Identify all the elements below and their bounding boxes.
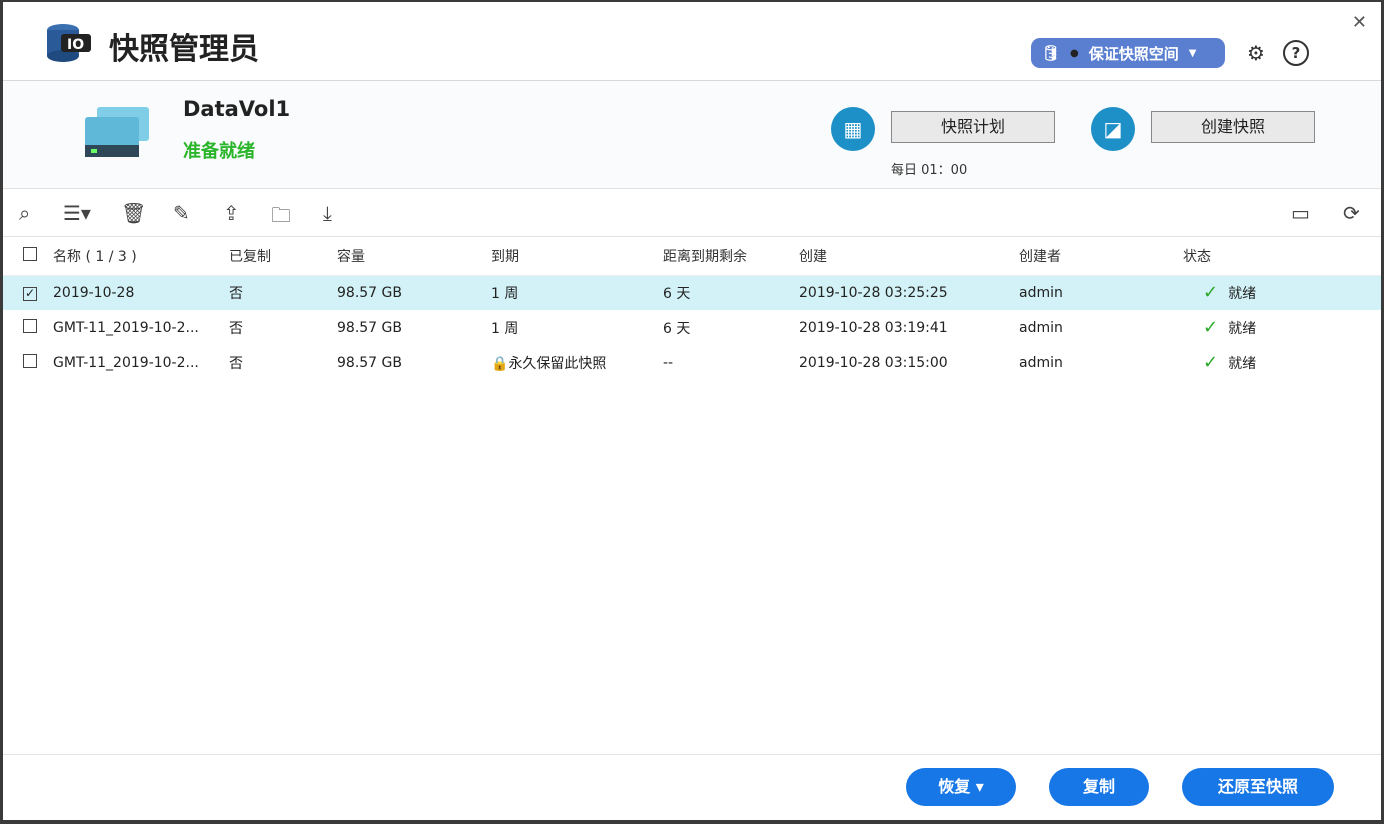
cell-creator: admin xyxy=(1019,354,1063,371)
revert-to-snapshot-button[interactable]: 还原至快照 xyxy=(1182,768,1334,806)
row-checkbox[interactable] xyxy=(23,318,37,333)
check-icon: ✓ xyxy=(1203,317,1219,338)
search-icon[interactable]: ⌕ xyxy=(19,201,30,225)
volume-name: DataVol1 xyxy=(183,97,291,121)
cell-status: ✓ 就绪 xyxy=(1183,275,1381,310)
svg-text:IO: IO xyxy=(67,37,84,53)
create-snapshot-button[interactable]: 创建快照 xyxy=(1151,111,1315,143)
cell-creator: admin xyxy=(1019,319,1063,336)
cell-status: ✓ 就绪 xyxy=(1203,317,1257,338)
cell-size: 98.57 GB xyxy=(337,319,402,336)
col-creator[interactable]: 创建者 xyxy=(1019,237,1183,276)
calendar-icon: ▦ xyxy=(831,107,875,151)
col-status[interactable]: 状态 xyxy=(1183,237,1381,276)
cell-copied: 否 xyxy=(229,355,243,372)
col-name[interactable]: 名称 ( 1 / 3 ) xyxy=(53,237,229,276)
cell-name: GMT-11_2019-10-2... xyxy=(53,319,199,336)
download-icon[interactable]: ⤓ xyxy=(323,201,332,225)
volume-icon xyxy=(85,107,149,157)
cell-expiry: 1 周 xyxy=(491,275,663,310)
cell-name: 2019-10-28 xyxy=(53,275,229,310)
database-icon: 🛢 xyxy=(1041,44,1061,62)
window-icon[interactable]: ▭ xyxy=(1291,201,1310,225)
select-all-checkbox[interactable] xyxy=(23,246,37,261)
trash-icon[interactable]: 🗑 xyxy=(121,201,146,225)
cell-creator: admin xyxy=(1019,275,1183,310)
caret-down-icon: ▼ xyxy=(1188,47,1197,59)
cell-created: 2019-10-28 03:19:41 xyxy=(799,319,948,336)
cell-created: 2019-10-28 03:15:00 xyxy=(799,354,948,371)
close-icon[interactable]: ✕ xyxy=(1352,12,1367,33)
toolbar: ⌕ ☰▾ 🗑 ✎ ⇪ 🗀 ⤓ ▭ ⟳ xyxy=(3,189,1381,237)
check-icon: ✓ xyxy=(1203,282,1219,304)
upload-icon[interactable]: ⇪ xyxy=(223,201,240,225)
cell-created: 2019-10-28 03:25:25 xyxy=(799,275,1019,310)
cell-size: 98.57 GB xyxy=(337,354,402,371)
list-view-icon[interactable]: ☰▾ xyxy=(63,201,91,225)
cell-remaining: 6 天 xyxy=(663,275,799,310)
cell-remaining: -- xyxy=(663,354,674,371)
snapshot-manager-window: IO 快照管理员 🛢 ● 保证快照空间 ▼ ⚙ ? ✕ DataVol1 准备就绪 ▦… xyxy=(3,2,1381,820)
refresh-icon[interactable]: ⟳ xyxy=(1343,201,1360,225)
cell-expiry: 1 周 xyxy=(491,320,519,337)
table-row[interactable]: GMT-11_2019-10-2... 否 98.57 GB 🔒永久保留此快照 … xyxy=(3,345,1381,380)
col-created[interactable]: 创建 xyxy=(799,237,1019,276)
create-snapshot-icon: ◪ xyxy=(1091,107,1135,151)
row-checkbox[interactable] xyxy=(23,353,37,368)
restore-button[interactable]: 恢复 ▾ xyxy=(906,768,1016,806)
lock-icon: 🔒 xyxy=(491,355,509,372)
dot-icon: ● xyxy=(1070,47,1079,59)
cell-name: GMT-11_2019-10-2... xyxy=(53,354,199,371)
snapshot-space-label: 保证快照空间 xyxy=(1088,44,1179,63)
gear-icon[interactable]: ⚙ xyxy=(1243,40,1269,66)
help-icon[interactable]: ? xyxy=(1283,40,1309,66)
app-logo-icon: IO xyxy=(47,24,91,62)
cell-remaining: 6 天 xyxy=(663,320,691,337)
schedule-text: 每日 01：00 xyxy=(891,163,968,178)
volume-status: 准备就绪 xyxy=(183,141,255,162)
copy-button[interactable]: 复制 xyxy=(1049,768,1149,806)
col-size[interactable]: 容量 xyxy=(337,237,491,276)
snapshot-space-button[interactable]: 🛢 ● 保证快照空间 ▼ xyxy=(1031,38,1225,68)
snapshot-table: 名称 ( 1 / 3 ) 已复制 容量 到期 距离到期剩余 创建 创建者 状态 … xyxy=(3,237,1381,380)
col-copied[interactable]: 已复制 xyxy=(229,237,337,276)
check-icon: ✓ xyxy=(1203,352,1219,373)
footer: 恢复 ▾ 复制 还原至快照 xyxy=(3,754,1381,820)
header: IO 快照管理员 🛢 ● 保证快照空间 ▼ ⚙ ? ✕ xyxy=(3,2,1381,81)
table-row[interactable]: ✓ 2019-10-28 否 98.57 GB 1 周 6 天 2019-10-… xyxy=(3,275,1381,310)
folder-icon[interactable]: 🗀 xyxy=(271,201,291,235)
snapshot-schedule-button[interactable]: 快照计划 xyxy=(891,111,1055,143)
app-title: 快照管理员 xyxy=(109,32,259,67)
col-expiry[interactable]: 到期 xyxy=(491,237,663,276)
volume-info: DataVol1 准备就绪 ▦ 快照计划 每日 01：00 ◪ 创建快照 xyxy=(3,81,1381,189)
col-remaining[interactable]: 距离到期剩余 xyxy=(663,237,799,276)
table-row[interactable]: GMT-11_2019-10-2... 否 98.57 GB 1 周 6 天 2… xyxy=(3,310,1381,345)
cell-copied: 否 xyxy=(229,320,243,337)
cell-status: ✓ 就绪 xyxy=(1203,352,1257,373)
row-checkbox[interactable]: ✓ xyxy=(23,286,37,301)
cell-size: 98.57 GB xyxy=(337,275,491,310)
edit-icon[interactable]: ✎ xyxy=(173,201,190,225)
cell-copied: 否 xyxy=(229,275,337,310)
cell-expiry: 🔒永久保留此快照 xyxy=(491,355,607,372)
